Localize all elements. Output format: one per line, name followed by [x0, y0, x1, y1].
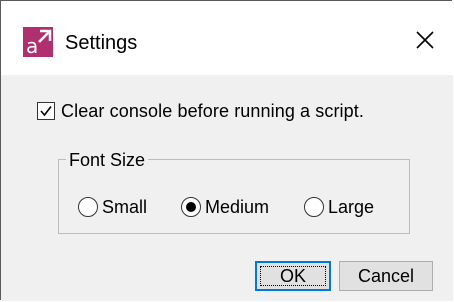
title-bar: a Settings [1, 1, 453, 75]
font-size-legend: Font Size [66, 150, 149, 170]
close-button[interactable] [405, 23, 445, 57]
dialog-content: Clear console before running a script. F… [1, 75, 453, 301]
small-radio[interactable] [78, 197, 98, 217]
medium-radio[interactable] [181, 197, 201, 217]
svg-text:a: a [26, 34, 38, 57]
clear-console-checkbox[interactable] [37, 102, 55, 120]
close-icon [416, 31, 434, 49]
clear-console-option[interactable]: Clear console before running a script. [37, 99, 364, 123]
large-label: Large [328, 196, 375, 217]
clear-console-label: Clear console before running a script. [61, 100, 364, 121]
ok-button[interactable]: OK [255, 261, 331, 291]
large-radio[interactable] [304, 197, 324, 217]
medium-label: Medium [205, 196, 270, 217]
cancel-label: Cancel [357, 265, 415, 286]
font-size-medium-option[interactable]: Medium [181, 195, 269, 219]
app-logo-icon: a [23, 27, 53, 58]
cancel-button[interactable]: Cancel [339, 261, 433, 291]
radio-selected-dot [186, 202, 196, 212]
small-label: Small [102, 196, 148, 217]
font-size-small-option[interactable]: Small [78, 195, 147, 219]
font-size-large-option[interactable]: Large [304, 195, 374, 219]
settings-dialog: a Settings Clear console before running … [0, 0, 453, 301]
checkmark-icon [40, 106, 52, 117]
window-title: Settings [65, 32, 138, 54]
focus-rectangle [260, 266, 326, 286]
